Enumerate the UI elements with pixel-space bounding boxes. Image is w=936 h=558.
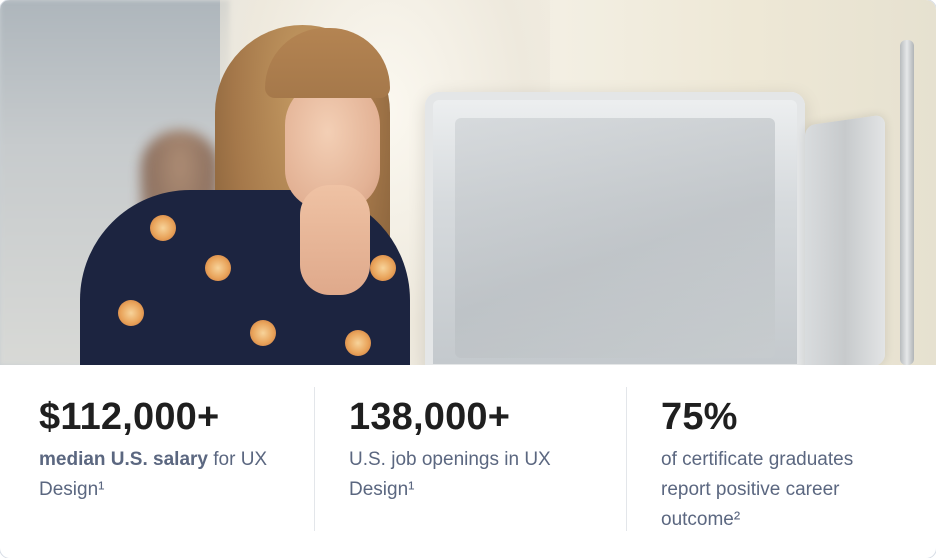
photo-woman-hand [300,185,370,295]
photo-monitor-screen [455,118,775,358]
stat-description-text: of certificate graduates report positive… [661,449,854,530]
stats-card: $112,000+ median U.S. salary for UX Desi… [0,0,936,558]
photo-blouse-pattern [345,330,371,356]
photo-desk-lamp [900,40,914,365]
photo-blouse-pattern [250,320,276,346]
stat-description-bold: median U.S. salary [39,449,208,470]
stat-salary: $112,000+ median U.S. salary for UX Desi… [0,365,312,558]
stats-row: $112,000+ median U.S. salary for UX Desi… [0,365,936,558]
photo-blouse-pattern [205,255,231,281]
stat-value: 138,000+ [349,396,511,438]
stat-value: $112,000+ [39,396,220,438]
photo-blouse-pattern [370,255,396,281]
stat-job-openings: 138,000+ U.S. job openings in UX Design¹ [312,365,624,558]
stat-description: median U.S. salary for UX Design¹ [39,445,279,505]
stat-career-outcome: 75% of certificate graduates report posi… [624,365,936,558]
photo-second-monitor [805,114,885,365]
hero-photo [0,0,936,365]
stat-description: U.S. job openings in UX Design¹ [349,445,589,505]
stat-value: 75% [661,396,738,438]
stat-description-text: U.S. job openings in UX Design¹ [349,449,551,500]
photo-blouse-pattern [118,300,144,326]
photo-blouse-pattern [150,215,176,241]
stat-description: of certificate graduates report positive… [661,445,901,535]
